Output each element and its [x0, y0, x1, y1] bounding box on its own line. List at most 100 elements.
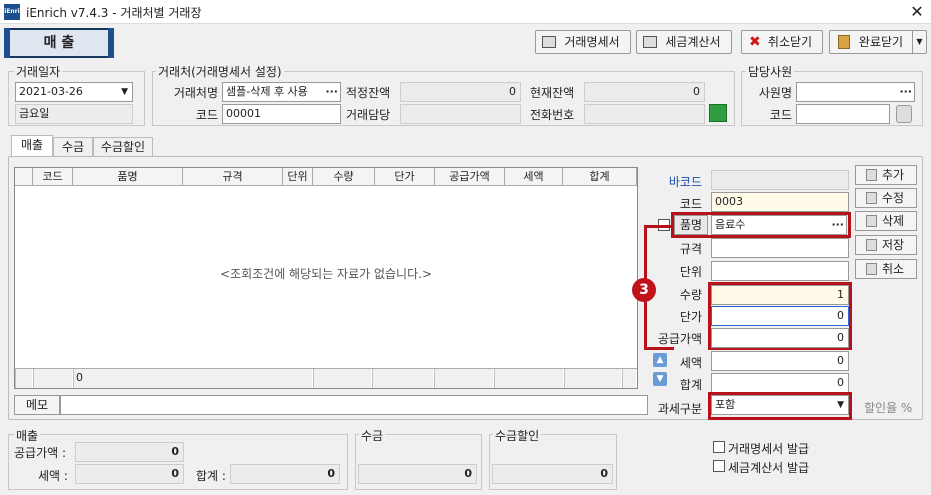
staff-name-field[interactable]: ··· [796, 82, 915, 102]
collection-summary-field: 0 [358, 464, 477, 484]
statement-issue-label: 거래명세서 발급 [728, 442, 810, 456]
collection-summary-title: 수금 [359, 427, 386, 444]
edit-icon [866, 192, 877, 204]
delete-button[interactable]: 삭제 [855, 211, 917, 231]
tab-sales[interactable]: 매출 [11, 135, 53, 157]
weekday-field: 금요일 [15, 104, 133, 124]
current-balance-field: 0 [584, 82, 705, 102]
staff-code-label: 코드 [769, 108, 792, 122]
client-name-value: 샘플-삭제 후 사용 [226, 85, 308, 98]
summary-supply-field: 0 [75, 442, 184, 462]
database-icon[interactable] [896, 105, 912, 123]
qty-field[interactable]: 1 [711, 285, 849, 305]
date-group-title: 거래일자 [14, 63, 63, 80]
more-icon[interactable]: ··· [325, 83, 338, 101]
spec-field[interactable] [711, 238, 849, 258]
cancel-button[interactable]: 취소 [855, 259, 917, 279]
discount-rate-label: 할인율 % [864, 401, 913, 415]
col-price: 단가 [375, 168, 435, 185]
cancel-close-button[interactable]: ✖ 취소닫기 [741, 30, 823, 54]
col-spec: 규격 [183, 168, 283, 185]
summary-tax-field: 0 [75, 464, 184, 484]
staff-group-title: 담당사원 [746, 63, 795, 80]
client-manager-field [400, 104, 521, 124]
item-code-field[interactable]: 0003 [711, 192, 849, 212]
barcode-label: 바코드 [668, 175, 702, 189]
close-icon[interactable]: ✕ [906, 1, 928, 23]
window-title: iEnrich v7.4.3 - 거래처별 거래장 [26, 6, 202, 20]
tax-invoice-issue-checkbox[interactable] [713, 460, 725, 472]
sales-main-tab[interactable]: 매 출 [4, 28, 114, 58]
grid-header: 코드 품명 규격 단위 수량 단가 공급가액 세액 합계 [15, 168, 637, 186]
edit-button[interactable]: 수정 [855, 188, 917, 208]
footer-count: 0 [73, 369, 313, 388]
save-button[interactable]: 저장 [855, 235, 917, 255]
more-icon[interactable]: ··· [831, 216, 844, 234]
delete-icon [866, 215, 877, 227]
supply-field[interactable]: 0 [711, 328, 849, 348]
tax-invoice-issue-label: 세금계산서 발급 [728, 461, 810, 475]
item-name-label: 품명 [674, 215, 708, 235]
cancel-button-label: 취소 [881, 262, 905, 276]
date-select[interactable]: 2021-03-26 [15, 82, 133, 102]
tax-invoice-button-label: 세금계산서 [665, 35, 721, 49]
col-supply: 공급가액 [435, 168, 505, 185]
tax-field[interactable]: 0 [711, 351, 849, 371]
unit-field[interactable] [711, 261, 849, 281]
save-button-label: 저장 [881, 238, 905, 252]
qty-label: 수량 [679, 288, 702, 302]
add-button[interactable]: 추가 [855, 165, 917, 185]
col-qty: 수량 [313, 168, 375, 185]
tab-collection[interactable]: 수금 [53, 137, 93, 157]
client-code-field[interactable]: 00001 [222, 104, 341, 124]
chevron-down-icon[interactable]: ▼ [912, 31, 926, 53]
current-balance-label: 현재잔액 [530, 86, 575, 100]
tax-invoice-button[interactable]: 세금계산서 [636, 30, 732, 54]
app-logo: iEnri [4, 4, 20, 20]
cancel-close-label: 취소닫기 [767, 35, 813, 49]
summary-supply-label: 공급가액 : [14, 446, 67, 460]
summary-tax-label: 세액 : [38, 469, 68, 483]
staff-code-field[interactable] [796, 104, 890, 124]
balance-field: 0 [400, 82, 521, 102]
item-name-value: 음료수 [715, 218, 746, 231]
col-unit: 단위 [283, 168, 313, 185]
footer-cell [313, 369, 372, 388]
statement-button[interactable]: 거래명세서 [535, 30, 631, 54]
printer-icon [542, 36, 556, 48]
tab-collection-discount[interactable]: 수금할인 [93, 137, 153, 157]
footer-cell [372, 369, 434, 388]
empty-message: <조회조건에 해당되는 자료가 없습니다.> [219, 267, 432, 281]
footer-cell [434, 369, 494, 388]
complete-close-button[interactable]: 완료닫기 ▼ [829, 30, 927, 54]
cancel-icon [866, 263, 877, 275]
client-code-label: 코드 [195, 108, 218, 122]
price-label: 단가 [679, 310, 702, 324]
footer-cell [494, 369, 564, 388]
total-label: 합계 [679, 378, 702, 392]
item-grid[interactable]: 코드 품명 규격 단위 수량 단가 공급가액 세액 합계 <조회조건에 해당되는… [14, 167, 638, 389]
statement-button-label: 거래명세서 [564, 35, 620, 49]
col-total: 합계 [563, 168, 637, 185]
col-tax: 세액 [505, 168, 563, 185]
title-bar: iEnri iEnrich v7.4.3 - 거래처별 거래장 ✕ [0, 0, 931, 24]
price-field[interactable]: 0 [711, 306, 849, 326]
client-manager-label: 거래담당 [346, 108, 391, 122]
more-icon[interactable]: ··· [899, 83, 912, 101]
item-name-field[interactable]: 음료수 ··· [711, 215, 847, 235]
staff-name-label: 사원명 [758, 86, 792, 100]
client-name-field[interactable]: 샘플-삭제 후 사용 ··· [222, 82, 341, 102]
tax-label: 세액 [679, 356, 702, 370]
footer-cell [564, 369, 622, 388]
sales-summary-title: 매출 [14, 427, 41, 444]
total-field[interactable]: 0 [711, 373, 849, 393]
statement-issue-checkbox[interactable] [713, 441, 725, 453]
client-name-label: 거래처명 [173, 86, 218, 100]
phone-field [584, 104, 705, 124]
barcode-field [711, 170, 849, 190]
memo-field[interactable] [60, 395, 648, 415]
add-icon [866, 169, 877, 181]
grid-corner [15, 168, 33, 185]
taxtype-select[interactable]: 포함 [711, 395, 849, 415]
grid-add-icon[interactable] [709, 104, 727, 122]
